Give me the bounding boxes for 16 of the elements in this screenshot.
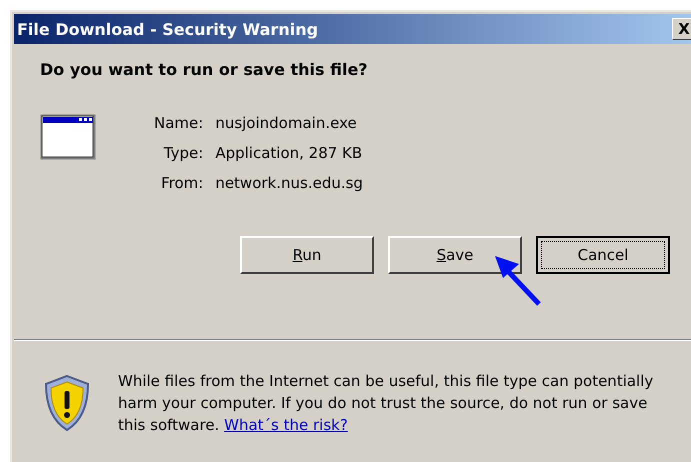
- detail-value: network.nus.edu.sg: [215, 174, 363, 192]
- dialog-button[interactable]: Cancel: [536, 236, 670, 274]
- close-button[interactable]: X: [672, 18, 691, 40]
- detail-value: nusjoindomain.exe: [215, 114, 358, 132]
- detail-value: Application, 287 KB: [215, 144, 363, 162]
- dialog-button[interactable]: Save: [388, 236, 522, 274]
- question-text: Do you want to run or save this file?: [40, 59, 369, 81]
- detail-label: Name:: [154, 114, 204, 132]
- dialog-button[interactable]: Run: [240, 236, 374, 274]
- risk-link[interactable]: What´s the risk?: [224, 416, 348, 434]
- warning-text: While files from the Internet can be useful, this file type can potentially harm your computer. If you do not trust the source, do not run or save this software. What´s the risk?: [118, 371, 654, 436]
- window-title: File Download - Security Warning: [17, 20, 318, 38]
- detail-label: Type:: [162, 144, 204, 162]
- detail-label: From:: [160, 174, 204, 192]
- application-window-icon: [40, 114, 96, 160]
- warning-shield-icon: [42, 374, 92, 432]
